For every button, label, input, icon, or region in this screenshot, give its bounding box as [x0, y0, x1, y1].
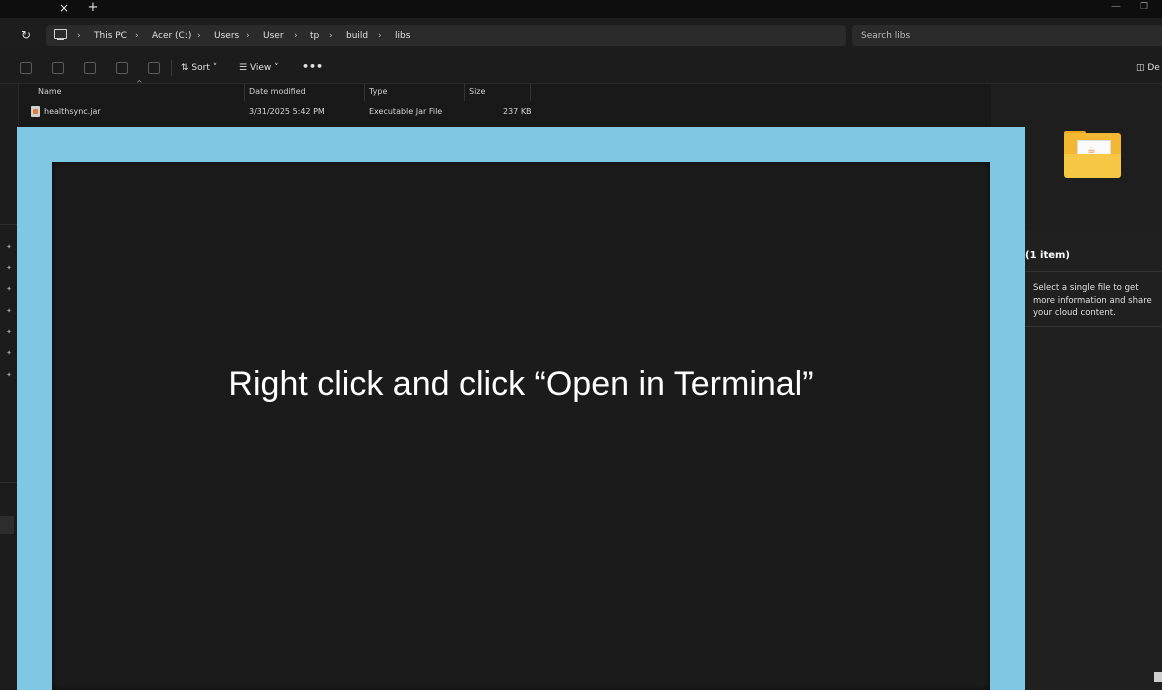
copy-icon[interactable]: [52, 62, 64, 74]
breadcrumb-this-pc[interactable]: This PC: [94, 30, 127, 42]
view-icon: ☰: [239, 63, 250, 73]
pin-icon[interactable]: ✦: [5, 328, 13, 336]
details-button[interactable]: ◫ De: [1136, 61, 1160, 75]
breadcrumb-acer-c[interactable]: Acer (C:): [152, 30, 191, 42]
nav-selected-item[interactable]: [0, 516, 14, 534]
command-bar: [0, 53, 1162, 84]
breadcrumb-users[interactable]: Users: [214, 30, 239, 42]
instruction-overlay-panel: [52, 162, 990, 690]
column-header-date-modified[interactable]: Date modified: [249, 87, 306, 97]
view-button[interactable]: ☰ View ˅: [239, 61, 279, 75]
instruction-text: Right click and click “Open in Terminal”: [228, 365, 814, 403]
details-pane-icon: ◫: [1136, 63, 1148, 73]
sort-icon: ⇅: [181, 63, 192, 73]
column-header-name[interactable]: Name: [38, 87, 62, 97]
breadcrumb-tp[interactable]: tp: [310, 30, 319, 42]
paste-icon[interactable]: [84, 62, 96, 74]
column-divider[interactable]: [530, 83, 531, 101]
share-icon[interactable]: [116, 62, 128, 74]
chevron-right-icon[interactable]: ›: [197, 30, 201, 42]
close-tab-icon[interactable]: ×: [57, 1, 71, 15]
maximize-icon[interactable]: ❐: [1138, 2, 1150, 12]
file-type: Executable Jar File: [369, 107, 443, 116]
tab-bar: [0, 0, 1162, 18]
details-label: De: [1147, 63, 1160, 73]
jar-file-icon-mark: [33, 109, 38, 114]
sort-ascending-icon: ^: [136, 79, 143, 88]
column-header-size[interactable]: Size: [469, 87, 485, 97]
breadcrumb-build[interactable]: build: [346, 30, 368, 42]
minimize-icon[interactable]: —: [1110, 2, 1122, 12]
file-date: 3/31/2025 5:42 PM: [249, 107, 325, 116]
details-message: Select a single file to get more informa…: [1033, 283, 1152, 318]
chevron-right-icon[interactable]: ›: [294, 30, 298, 42]
sort-button[interactable]: ⇅ Sort ˅: [181, 61, 217, 75]
column-divider[interactable]: [364, 83, 365, 101]
column-divider[interactable]: [464, 83, 465, 101]
pin-icon[interactable]: ✦: [5, 349, 13, 357]
chevron-right-icon[interactable]: ›: [378, 30, 382, 42]
this-pc-icon-stand: [57, 39, 64, 40]
toolbar-divider: [171, 60, 172, 76]
pin-icon[interactable]: ✦: [5, 371, 13, 379]
folder-icon-front: [1064, 154, 1121, 178]
nav-divider: [0, 224, 18, 225]
cut-icon[interactable]: [20, 62, 32, 74]
file-size: 237 KB: [503, 107, 532, 116]
pin-icon[interactable]: ✦: [5, 243, 13, 251]
item-count: (1 item): [1025, 250, 1070, 261]
chevron-right-icon[interactable]: ›: [135, 30, 139, 42]
more-options-button[interactable]: •••: [302, 61, 323, 75]
column-divider[interactable]: [244, 83, 245, 101]
nav-divider: [0, 482, 18, 483]
details-divider: [1025, 271, 1162, 272]
chevron-down-icon: ˅: [271, 63, 279, 73]
new-tab-icon[interactable]: +: [86, 1, 100, 15]
breadcrumb-libs[interactable]: libs: [395, 30, 410, 42]
delete-icon[interactable]: [148, 62, 160, 74]
chevron-right-icon[interactable]: ›: [329, 30, 333, 42]
details-divider: [1025, 326, 1162, 327]
pin-icon[interactable]: ✦: [5, 285, 13, 293]
column-header-type[interactable]: Type: [369, 87, 387, 97]
details-view-icon[interactable]: [1154, 672, 1162, 682]
chevron-right-icon[interactable]: ›: [77, 30, 81, 42]
pin-icon[interactable]: ✦: [5, 307, 13, 315]
refresh-icon[interactable]: ↻: [18, 27, 34, 43]
chevron-right-icon[interactable]: ›: [246, 30, 250, 42]
chevron-down-icon: ˅: [209, 63, 218, 73]
view-label: View: [249, 63, 272, 73]
pin-icon[interactable]: ✦: [5, 264, 13, 272]
this-pc-icon[interactable]: [54, 29, 67, 39]
breadcrumb-user[interactable]: User: [263, 30, 284, 42]
file-name[interactable]: healthsync.jar: [44, 107, 101, 117]
search-placeholder: Search libs: [861, 31, 911, 41]
sort-label: Sort: [191, 63, 210, 73]
